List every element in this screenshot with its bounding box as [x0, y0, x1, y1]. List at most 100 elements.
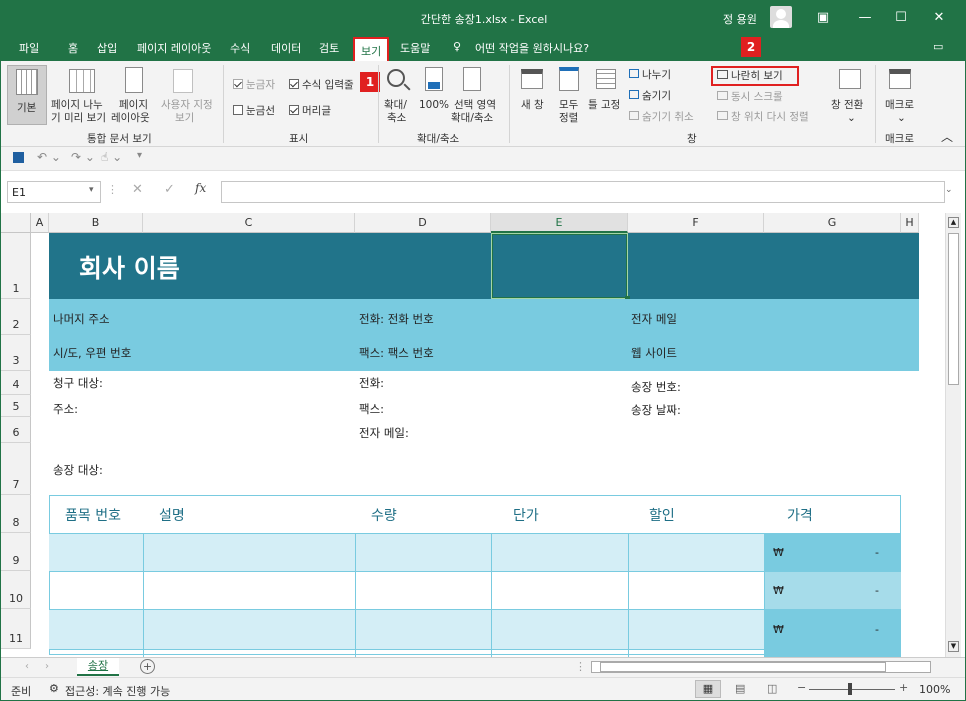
- formula-bar-checkbox[interactable]: 수식 입력줄: [289, 79, 354, 91]
- row-header-3[interactable]: 3: [1, 335, 31, 371]
- collapse-ribbon-icon[interactable]: ︿: [941, 131, 953, 143]
- new-window-icon[interactable]: [521, 69, 543, 89]
- col-header-a[interactable]: A: [31, 213, 49, 233]
- maximize-button[interactable]: ☐: [883, 1, 919, 35]
- tab-home[interactable]: 홈: [68, 40, 78, 56]
- macros-button[interactable]: 매크로: [885, 99, 914, 111]
- prev-sheet-icon[interactable]: ‹: [25, 661, 29, 672]
- col-header-c[interactable]: C: [143, 213, 355, 233]
- normal-view-status-icon[interactable]: ▦: [695, 680, 721, 698]
- header-item-no[interactable]: 품목 번호: [65, 505, 121, 525]
- col-header-d[interactable]: D: [355, 213, 491, 233]
- headings-checkbox[interactable]: 머리글: [289, 105, 331, 117]
- insert-function-icon[interactable]: fx: [195, 181, 206, 195]
- invoice-date-label[interactable]: 송장 날짜:: [631, 402, 681, 418]
- price-cell[interactable]: [764, 609, 901, 649]
- zoom-100-button[interactable]: 100%: [419, 99, 449, 111]
- namebox-chevron-icon[interactable]: ▾: [89, 185, 94, 195]
- invoice-number-label[interactable]: 송장 번호:: [631, 379, 681, 395]
- tab-insert[interactable]: 삽입: [97, 40, 117, 56]
- row-header-8[interactable]: 8: [1, 495, 31, 533]
- header-description[interactable]: 설명: [159, 505, 185, 525]
- accessibility-status[interactable]: 접근성: 계속 진행 가능: [65, 683, 170, 699]
- next-sheet-icon[interactable]: ›: [45, 661, 49, 672]
- tab-file[interactable]: 파일: [19, 40, 39, 56]
- scroll-down-icon[interactable]: ▼: [948, 641, 959, 652]
- header-discount[interactable]: 할인: [649, 505, 675, 525]
- email-cell[interactable]: 전자 메일: [631, 311, 677, 327]
- vertical-scrollbar[interactable]: ▲ ▼: [945, 213, 961, 657]
- view-side-by-side-button[interactable]: 나란히 보기: [717, 70, 783, 82]
- website-cell[interactable]: 웹 사이트: [631, 345, 677, 361]
- col-header-h[interactable]: H: [901, 213, 919, 233]
- city-cell[interactable]: 시/도, 우편 번호: [53, 345, 131, 361]
- tab-data[interactable]: 데이터: [271, 40, 301, 56]
- customize-qat-icon[interactable]: ▾: [137, 150, 142, 161]
- page-layout-status-icon[interactable]: ▤: [735, 682, 745, 695]
- header-quantity[interactable]: 수량: [371, 505, 397, 525]
- col-header-f[interactable]: F: [628, 213, 764, 233]
- page-break-preview-button[interactable]: 페이지 나누: [51, 99, 103, 111]
- zoom-slider[interactable]: [809, 689, 895, 690]
- header-unit-price[interactable]: 단가: [513, 505, 539, 525]
- gridlines-checkbox[interactable]: 눈금선: [233, 105, 275, 117]
- normal-view-button[interactable]: 기본: [7, 65, 47, 125]
- zoom-selection-icon[interactable]: [463, 67, 481, 91]
- minimize-button[interactable]: —: [847, 1, 883, 35]
- zoom-selection-button[interactable]: 선택 영역: [454, 99, 496, 111]
- undo-icon[interactable]: ↶ ⌄: [37, 150, 61, 164]
- zoom-100-icon[interactable]: [425, 67, 443, 91]
- zoom-in-icon[interactable]: +: [899, 681, 908, 694]
- user-name[interactable]: 정 용원: [723, 11, 757, 27]
- fax-cell[interactable]: 팩스: 팩스 번호: [359, 345, 434, 361]
- row-header-9[interactable]: 9: [1, 533, 31, 571]
- zoom-level[interactable]: 100%: [919, 683, 950, 696]
- col-header-e[interactable]: E: [491, 213, 628, 233]
- table-row[interactable]: [49, 533, 764, 571]
- switch-windows-button[interactable]: 창 전환: [831, 99, 863, 111]
- select-all-button[interactable]: [1, 213, 31, 233]
- row-header-6[interactable]: 6: [1, 417, 31, 443]
- tel-label[interactable]: 전화:: [359, 375, 384, 391]
- touch-mode-icon[interactable]: ☝ ⌄: [101, 150, 122, 164]
- address-cell[interactable]: 나머지 주소: [53, 311, 110, 327]
- freeze-panes-button[interactable]: 틀 고정: [588, 99, 620, 111]
- tab-view[interactable]: 보기: [353, 37, 390, 61]
- arrange-all-icon[interactable]: [559, 67, 579, 91]
- tab-split-handle[interactable]: ⋮: [575, 660, 586, 673]
- sheet-tab-invoice[interactable]: 송장: [77, 658, 119, 676]
- col-header-b[interactable]: B: [49, 213, 143, 233]
- page-layout-icon[interactable]: [125, 67, 143, 93]
- header-price[interactable]: 가격: [787, 505, 813, 525]
- macros-icon[interactable]: [889, 69, 911, 89]
- row-header-10[interactable]: 10: [1, 571, 31, 609]
- table-row[interactable]: [49, 609, 764, 649]
- tab-review[interactable]: 검토: [319, 40, 339, 56]
- tab-page-layout[interactable]: 페이지 레이아웃: [137, 40, 211, 56]
- row-header-7[interactable]: 7: [1, 443, 31, 495]
- worksheet-grid[interactable]: A B C D E F G H 1 2 3 4 5 6 7 8 9 10 11 …: [1, 213, 965, 657]
- page-layout-button[interactable]: 페이지: [119, 99, 148, 111]
- formula-input[interactable]: [221, 181, 945, 203]
- accessibility-icon[interactable]: ⚙: [49, 682, 59, 695]
- row-header-1[interactable]: 1: [1, 233, 31, 299]
- arrange-all-button[interactable]: 모두: [559, 99, 578, 111]
- page-break-status-icon[interactable]: ◫: [767, 682, 777, 695]
- col-header-g[interactable]: G: [764, 213, 901, 233]
- zoom-button[interactable]: 확대/: [384, 99, 407, 111]
- address-label[interactable]: 주소:: [53, 401, 78, 417]
- h-scroll-thumb[interactable]: [600, 662, 886, 672]
- expand-formula-icon[interactable]: ⌄: [945, 185, 953, 195]
- scroll-up-icon[interactable]: ▲: [948, 217, 959, 228]
- freeze-panes-icon[interactable]: [596, 69, 616, 89]
- row-header-2[interactable]: 2: [1, 299, 31, 335]
- zoom-slider-thumb[interactable]: [848, 683, 852, 695]
- active-cell-e1[interactable]: [491, 233, 628, 299]
- name-box[interactable]: E1: [7, 181, 101, 203]
- scroll-thumb[interactable]: [948, 233, 959, 385]
- comment-icon[interactable]: ▭: [933, 40, 943, 53]
- hide-button[interactable]: 숨기기: [629, 90, 671, 102]
- close-button[interactable]: ✕: [921, 1, 957, 35]
- row-header-4[interactable]: 4: [1, 371, 31, 395]
- bill-to-label[interactable]: 청구 대상:: [53, 375, 103, 391]
